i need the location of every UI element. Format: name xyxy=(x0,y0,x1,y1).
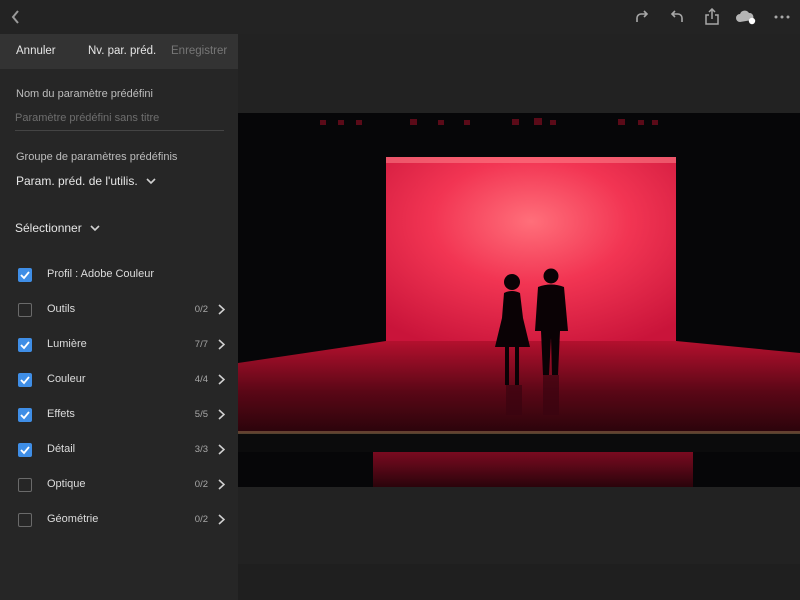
setting-row-outils[interactable]: Outils 0/2 xyxy=(0,293,238,328)
checkmark-icon xyxy=(20,271,30,280)
setting-label: Effets xyxy=(47,408,75,420)
checkbox-effets[interactable] xyxy=(18,408,32,422)
checkmark-icon xyxy=(20,411,30,420)
back-icon[interactable] xyxy=(5,7,27,27)
chevron-right-icon[interactable] xyxy=(218,444,225,455)
checkmark-icon xyxy=(20,446,30,455)
preset-group-dropdown[interactable]: Param. préd. de l'utilis. xyxy=(16,174,156,188)
setting-count: 3/3 xyxy=(194,444,208,455)
bottom-bar-panel-section xyxy=(0,564,238,600)
bottom-bar xyxy=(0,564,800,600)
checkmark-icon xyxy=(20,341,30,350)
setting-label: Détail xyxy=(47,443,76,455)
checkbox-couleur[interactable] xyxy=(18,373,32,387)
select-label: Sélectionner xyxy=(15,221,82,235)
undo-icon[interactable] xyxy=(666,7,688,27)
chevron-right-icon[interactable] xyxy=(218,514,225,525)
setting-label: Lumière xyxy=(47,338,87,350)
more-icon[interactable] xyxy=(771,7,793,27)
chevron-right-icon[interactable] xyxy=(218,374,225,385)
setting-label: Optique xyxy=(47,478,86,490)
checkbox-outils[interactable] xyxy=(18,303,32,317)
cloud-sync-icon[interactable] xyxy=(735,7,757,27)
redo-icon[interactable] xyxy=(631,7,653,27)
setting-row-detail[interactable]: Détail 3/3 xyxy=(0,433,238,468)
checkbox-detail[interactable] xyxy=(18,443,32,457)
cancel-button[interactable]: Annuler xyxy=(16,45,56,57)
setting-count: 0/2 xyxy=(194,304,208,315)
new-preset-button[interactable]: Nv. par. préd. xyxy=(88,45,156,57)
chevron-right-icon[interactable] xyxy=(218,304,225,315)
setting-count: 0/2 xyxy=(194,514,208,525)
save-button[interactable]: Enregistrer xyxy=(171,45,227,57)
preset-group-value: Param. préd. de l'utilis. xyxy=(16,174,138,188)
setting-label: Outils xyxy=(47,303,76,315)
share-icon[interactable] xyxy=(701,7,723,27)
preset-panel-header: Annuler Nv. par. préd. Enregistrer xyxy=(0,34,238,69)
checkbox-geometrie[interactable] xyxy=(18,513,32,527)
checkbox-profile[interactable] xyxy=(18,268,32,282)
setting-label: Géométrie xyxy=(47,513,99,525)
preset-group-label: Groupe de paramètres prédéfinis xyxy=(16,151,178,163)
select-dropdown[interactable]: Sélectionner xyxy=(15,221,100,235)
chevron-right-icon[interactable] xyxy=(218,479,225,490)
preset-name-input[interactable] xyxy=(15,109,224,127)
chevron-right-icon[interactable] xyxy=(218,339,225,350)
checkbox-optique[interactable] xyxy=(18,478,32,492)
setting-count: 4/4 xyxy=(194,374,208,385)
setting-count: 5/5 xyxy=(194,409,208,420)
setting-row-geometrie[interactable]: Géométrie 0/2 xyxy=(0,503,238,538)
preset-name-field-wrapper xyxy=(15,108,224,131)
setting-label: Couleur xyxy=(47,373,86,385)
photo-preview xyxy=(238,113,800,487)
checkbox-lumiere[interactable] xyxy=(18,338,32,352)
checkmark-icon xyxy=(20,376,30,385)
setting-label: Profil : Adobe Couleur xyxy=(47,268,155,280)
setting-row-lumiere[interactable]: Lumière 7/7 xyxy=(0,328,238,363)
setting-count: 0/2 xyxy=(194,479,208,490)
stage-photo-image xyxy=(238,113,800,487)
top-toolbar xyxy=(0,0,800,34)
setting-row-effets[interactable]: Effets 5/5 xyxy=(0,398,238,433)
chevron-right-icon[interactable] xyxy=(218,409,225,420)
chevron-down-icon xyxy=(90,224,100,231)
preset-name-label: Nom du paramètre prédéfini xyxy=(16,88,153,100)
setting-row-profile[interactable]: Profil : Adobe Couleur xyxy=(0,258,238,293)
setting-row-optique[interactable]: Optique 0/2 xyxy=(0,468,238,503)
setting-count: 7/7 xyxy=(194,339,208,350)
chevron-down-icon xyxy=(146,177,156,184)
setting-row-couleur[interactable]: Couleur 4/4 xyxy=(0,363,238,398)
preset-panel: Annuler Nv. par. préd. Enregistrer Nom d… xyxy=(0,34,238,600)
